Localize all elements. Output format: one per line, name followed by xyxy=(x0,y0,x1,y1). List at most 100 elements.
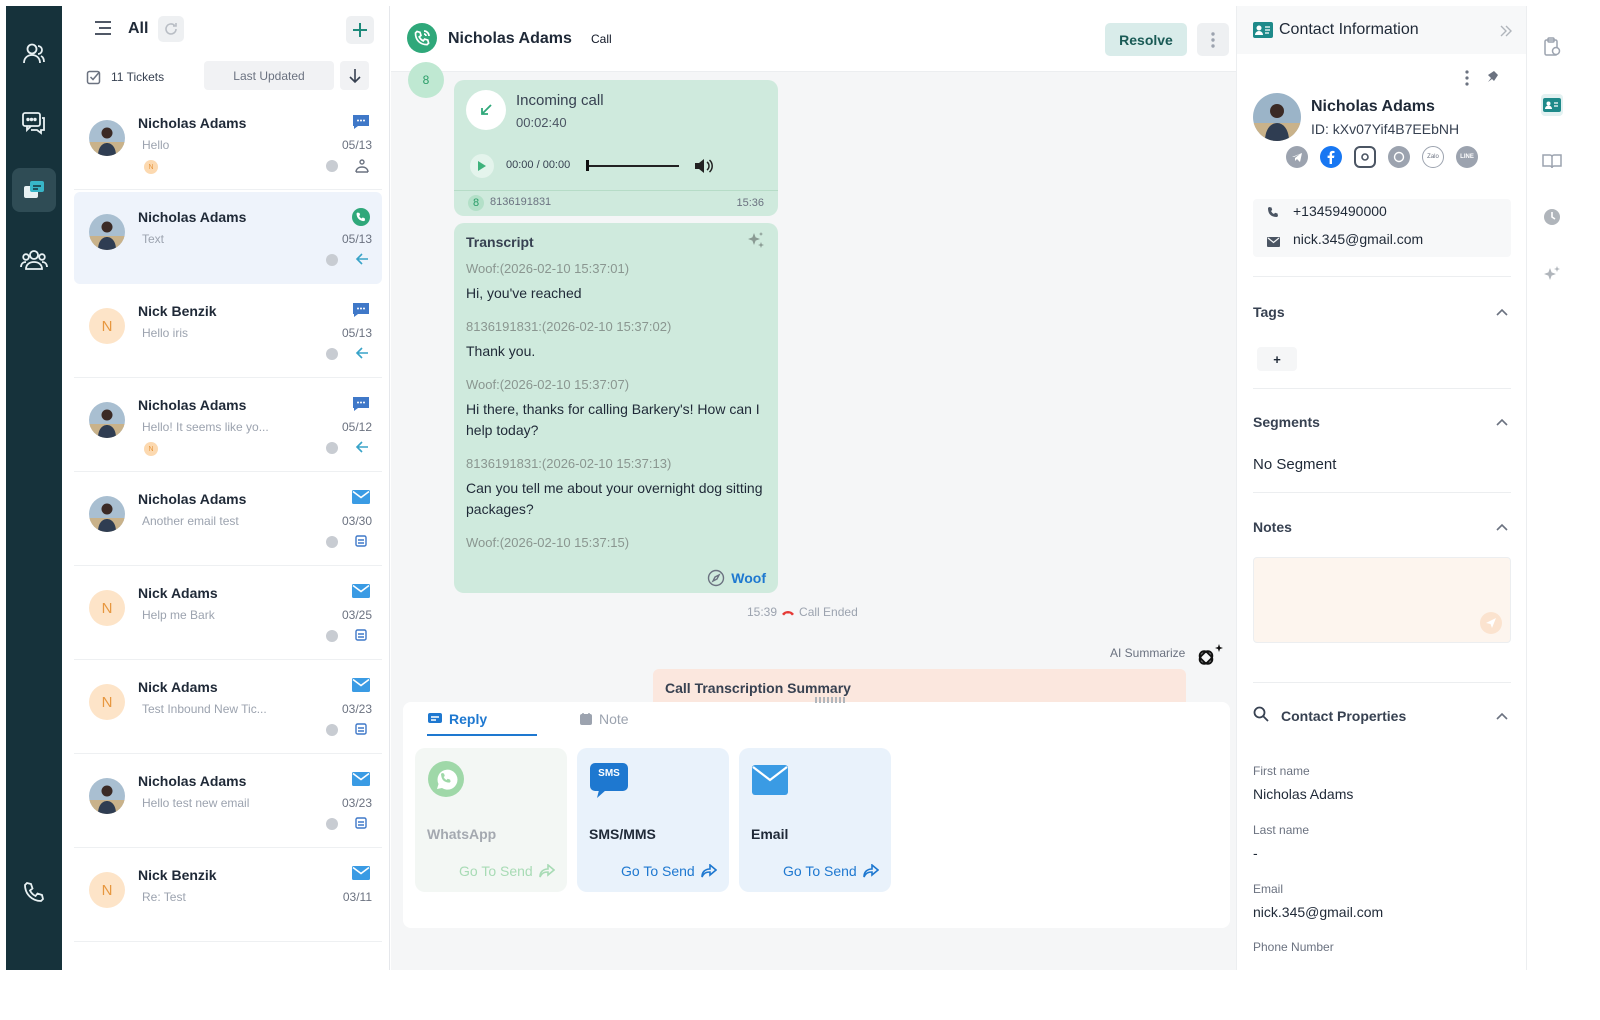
ticket-channel xyxy=(352,678,370,694)
whatsapp-social-icon[interactable] xyxy=(1388,146,1410,168)
ticket-item[interactable]: Nicholas Adams Another email test 03/30 xyxy=(74,474,382,566)
ticket-item[interactable]: N Nick Adams Test Inbound New Tic... 03/23 xyxy=(74,662,382,754)
chat-channel-icon xyxy=(353,115,369,129)
ticket-list-controls: 11 Tickets Last Updated xyxy=(62,58,390,98)
ticket-status xyxy=(354,346,370,362)
sms-go-to-send[interactable]: Go To Send xyxy=(621,863,717,879)
sms-card[interactable]: SMS SMS/MMS Go To Send xyxy=(577,748,729,892)
contact-info-tab-icon[interactable] xyxy=(1541,94,1563,116)
prop-value-email[interactable]: nick.345@gmail.com xyxy=(1253,904,1383,920)
contact-card-icon xyxy=(1253,22,1273,43)
resize-handle[interactable] xyxy=(815,697,847,703)
tab-reply[interactable]: Reply xyxy=(427,711,537,736)
ticket-list-panel: All 11 Tickets Last Updated Nicholas Ada… xyxy=(62,6,390,970)
prop-value-first-name[interactable]: Nicholas Adams xyxy=(1253,786,1353,802)
facebook-icon[interactable] xyxy=(1320,146,1342,168)
ai-summarize-icon[interactable] xyxy=(1194,642,1226,679)
sms-icon: SMS xyxy=(589,762,629,798)
bot-icon xyxy=(355,535,367,547)
summary-title: Call Transcription Summary xyxy=(665,680,851,696)
ticket-item[interactable]: Nicholas Adams Text 05/13 xyxy=(74,192,382,284)
add-ticket-button[interactable] xyxy=(346,16,374,44)
history-clock-icon[interactable] xyxy=(1541,206,1563,228)
contact-more-icon[interactable] xyxy=(1465,70,1469,91)
segments-value: No Segment xyxy=(1253,456,1337,473)
incoming-call-icon xyxy=(466,90,506,130)
caller-badge: 8 xyxy=(468,195,484,211)
transcript-speaker: Woof:(2026-02-10 15:37:15) xyxy=(466,535,630,550)
avatar-photo xyxy=(89,402,125,438)
ticket-name: Nick Adams xyxy=(138,679,218,695)
line-icon[interactable]: LINE xyxy=(1456,146,1478,168)
ticket-item[interactable]: Nicholas Adams Hello 05/13 N xyxy=(74,98,382,190)
telegram-icon[interactable] xyxy=(1286,146,1308,168)
knowledge-book-icon[interactable] xyxy=(1541,150,1563,172)
conversation-contact-name: Nicholas Adams xyxy=(448,30,572,47)
tab-note[interactable]: Note xyxy=(579,711,629,727)
email-channel-icon xyxy=(352,490,370,504)
notes-title: Notes xyxy=(1253,519,1292,535)
volume-icon[interactable] xyxy=(694,157,714,180)
team-nav-icon[interactable] xyxy=(12,238,56,282)
contact-info-header: Contact Information xyxy=(1237,6,1527,54)
assignee-mini-avatar: N xyxy=(144,160,158,174)
resolve-button[interactable]: Resolve xyxy=(1105,23,1187,56)
ai-sparkle-icon[interactable] xyxy=(746,231,766,256)
search-properties-icon[interactable] xyxy=(1253,706,1269,727)
zalo-icon[interactable]: Zalo xyxy=(1422,146,1444,168)
conversation-panel: Nicholas Adams Call Resolve 8 Incoming c… xyxy=(391,6,1236,970)
share-arrow-icon xyxy=(538,864,555,878)
contact-phone[interactable]: +13459490000 xyxy=(1293,203,1387,219)
segments-chevron-up-icon[interactable] xyxy=(1496,418,1508,426)
ticket-item[interactable]: Nicholas Adams Hello! It seems like yo...… xyxy=(74,380,382,472)
ticket-date: 03/30 xyxy=(341,514,372,528)
notes-chevron-up-icon[interactable] xyxy=(1496,523,1508,531)
sort-direction-button[interactable] xyxy=(340,61,369,90)
agent-name[interactable]: Woof xyxy=(731,570,766,586)
email-card[interactable]: Email Go To Send xyxy=(739,748,891,892)
ticket-channel xyxy=(352,490,370,506)
playback-track[interactable] xyxy=(589,165,679,167)
contact-email[interactable]: nick.345@gmail.com xyxy=(1293,231,1423,247)
email-channel-icon xyxy=(352,866,370,880)
ticket-item[interactable]: N Nick Benzik Hello iris 05/13 xyxy=(74,286,382,378)
call-ended-time: 15:39 xyxy=(747,605,778,619)
menu-icon[interactable] xyxy=(94,20,112,41)
share-arrow-icon xyxy=(700,864,717,878)
play-button[interactable] xyxy=(470,154,494,178)
mail-icon xyxy=(1267,234,1280,252)
ai-assist-sparkle-icon[interactable] xyxy=(1541,264,1563,286)
contacts-nav-icon[interactable] xyxy=(12,32,56,76)
more-options-icon[interactable] xyxy=(1197,23,1229,56)
send-note-icon[interactable] xyxy=(1480,612,1502,634)
avatar: N xyxy=(89,308,125,344)
clipboard-icon[interactable] xyxy=(1541,36,1563,58)
tags-chevron-up-icon[interactable] xyxy=(1496,308,1508,316)
properties-chevron-up-icon[interactable] xyxy=(1496,712,1508,720)
notes-textarea[interactable] xyxy=(1253,557,1511,643)
ticket-check-icon[interactable] xyxy=(86,69,102,90)
avatar xyxy=(89,496,125,532)
pin-icon[interactable] xyxy=(1485,68,1501,89)
tickets-nav-icon[interactable] xyxy=(12,168,56,212)
prop-value-last-name[interactable]: - xyxy=(1253,845,1258,861)
ticket-item[interactable]: N Nick Benzik Re: Test 03/11 xyxy=(74,850,382,942)
instagram-icon[interactable] xyxy=(1354,146,1376,168)
ticket-item[interactable]: Nicholas Adams Hello test new email 03/23 xyxy=(74,756,382,848)
inbox-nav-icon[interactable] xyxy=(12,101,56,145)
ticket-item[interactable]: N Nick Adams Help me Bark 03/25 xyxy=(74,568,382,660)
sort-select[interactable]: Last Updated xyxy=(204,61,334,90)
chat-channel-icon xyxy=(353,303,369,317)
add-tag-button[interactable]: + xyxy=(1257,347,1297,371)
avatar xyxy=(89,778,125,814)
collapse-panel-icon[interactable] xyxy=(1499,24,1513,42)
phone-nav-icon[interactable] xyxy=(12,870,56,914)
email-go-to-send[interactable]: Go To Send xyxy=(783,863,879,879)
whatsapp-card[interactable]: WhatsApp Go To Send xyxy=(415,748,567,892)
filter-label[interactable]: All xyxy=(128,20,148,38)
contact-panel-title: Contact Information xyxy=(1279,21,1419,38)
ticket-name: Nicholas Adams xyxy=(138,397,247,413)
whatsapp-go-to-send[interactable]: Go To Send xyxy=(459,863,555,879)
refresh-icon[interactable] xyxy=(158,16,184,42)
priority-dot xyxy=(326,536,338,548)
